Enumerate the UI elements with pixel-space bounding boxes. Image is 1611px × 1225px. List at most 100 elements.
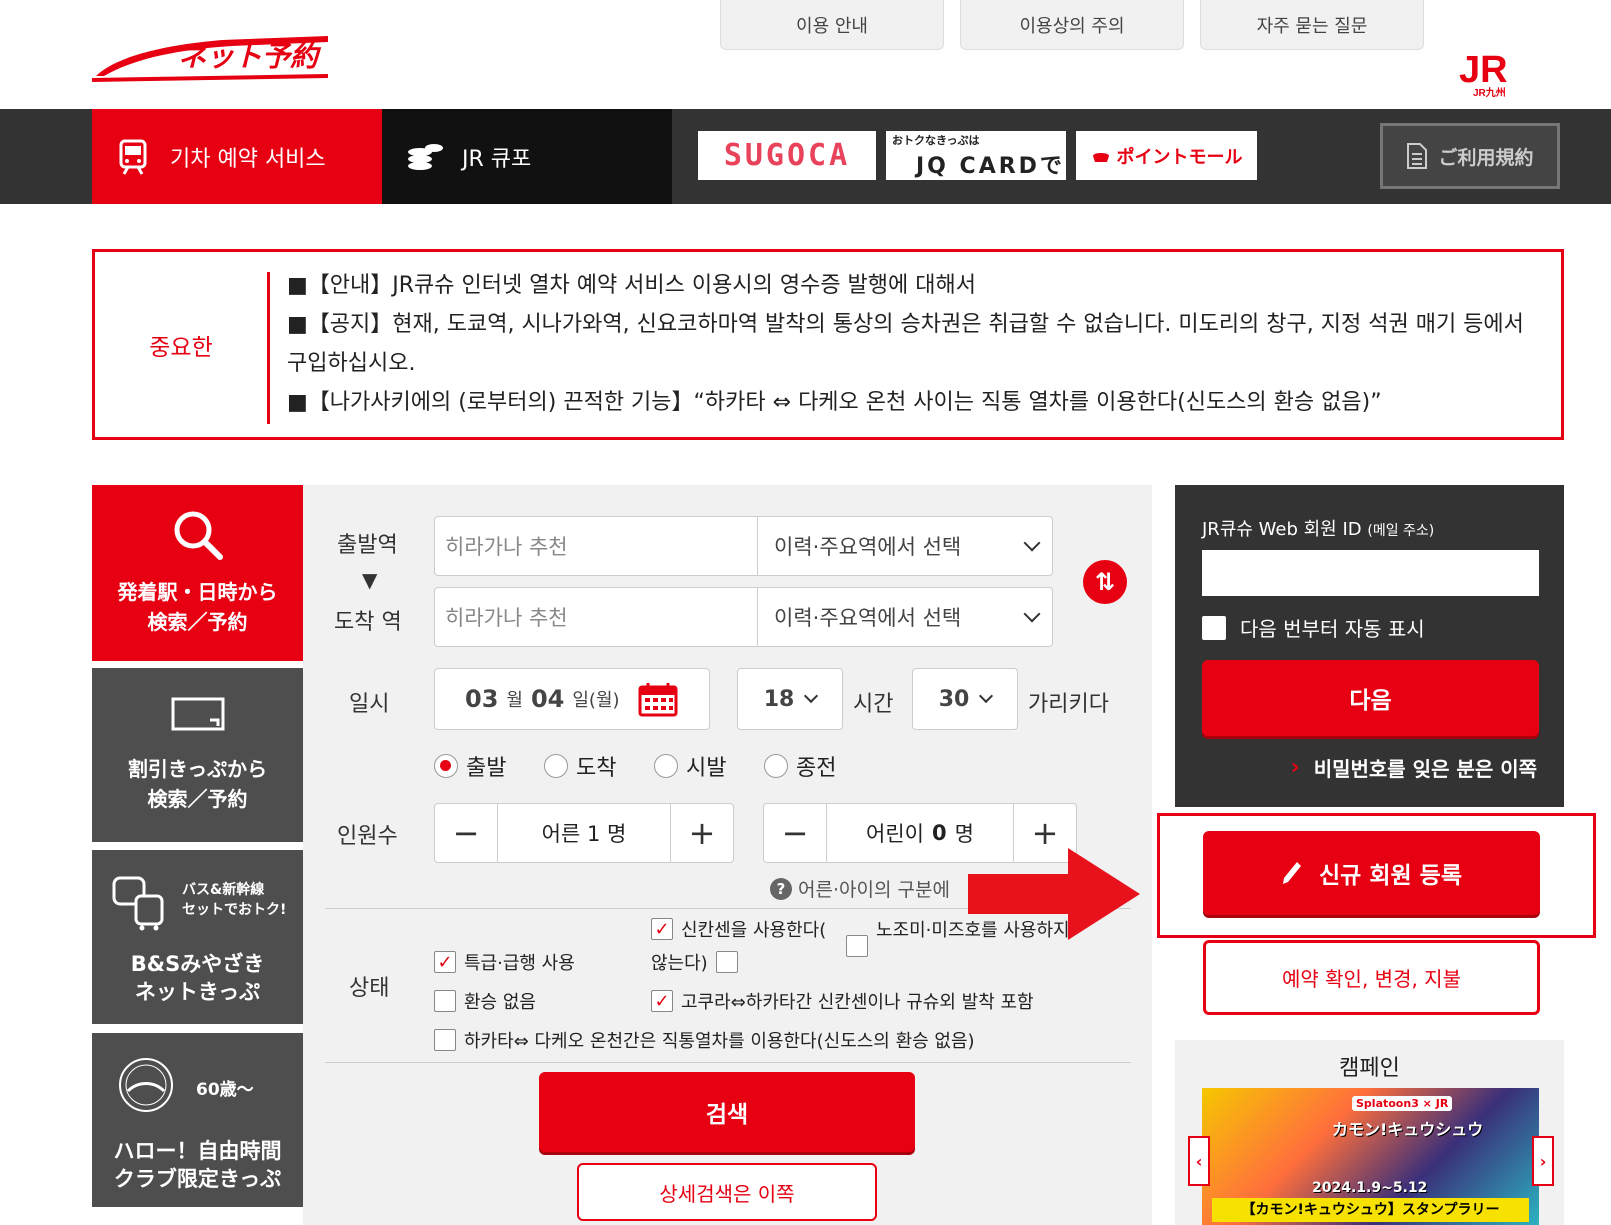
arrival-station-input[interactable]: 히라가나 추천 xyxy=(434,587,758,647)
adult-minus-button[interactable]: − xyxy=(435,804,497,862)
coins-icon xyxy=(408,143,443,170)
side1-line1: 発着駅・日時から xyxy=(117,580,278,604)
calendar-icon[interactable] xyxy=(638,681,678,717)
carousel-prev-button[interactable]: ‹ xyxy=(1188,1136,1210,1186)
chevron-right-icon: › xyxy=(1290,755,1300,780)
departure-station-input[interactable]: 히라가나 추천 xyxy=(434,516,758,576)
hour-unit: 시간 xyxy=(853,692,894,717)
opt-shinkansen[interactable]: ✓ 신칸센을 사용한다( xyxy=(651,916,826,942)
top-links: 이용 안내 이용상의 주의 자주 묻는 질문 xyxy=(720,0,1424,50)
campaign-headline: カモン!キュウシュウ xyxy=(1332,1120,1484,1139)
divider xyxy=(325,1062,1131,1063)
date-picker[interactable]: 03 월 04 일(월) xyxy=(434,668,710,730)
departure-select-value: 이력·주요역에서 선택 xyxy=(774,535,962,559)
radio-first-train[interactable]: 시발 xyxy=(654,750,726,782)
auto-fill-checkbox[interactable]: 다음 번부터 자동 표시 xyxy=(1202,613,1425,642)
chevron-down-icon xyxy=(804,688,819,704)
swap-stations-button[interactable]: ⇅ xyxy=(1083,560,1127,604)
departure-placeholder: 히라가나 추천 xyxy=(445,535,568,559)
hour-select[interactable]: 18 xyxy=(737,668,843,730)
next-button[interactable]: 다음 xyxy=(1202,660,1539,736)
forgot-password-link[interactable]: › 비밀번호를 잊은 분은 이쪽 xyxy=(1291,753,1537,782)
toplink-cautions[interactable]: 이용상의 주의 xyxy=(960,0,1184,50)
important-notice: 중요한 ■【안내】JR큐슈 인터넷 열차 예약 서비스 이용시의 영수증 발행에… xyxy=(92,249,1564,440)
nozomi-end-checkbox[interactable] xyxy=(715,951,738,973)
opt-kokura[interactable]: ✓ 고쿠라⇔하카타간 신칸센이나 규슈외 발착 포함 xyxy=(651,988,1034,1014)
toplink-faq[interactable]: 자주 묻는 질문 xyxy=(1200,0,1424,50)
nav-jr-coupon[interactable]: JR 큐포 xyxy=(382,109,672,204)
side-menu-station-search[interactable]: 発着駅・日時から 検索／予約 xyxy=(92,485,317,661)
point-mall-banner[interactable]: ポイントモール xyxy=(1076,131,1257,180)
jq-card-banner[interactable]: おトクなきっぷは JQ CARDで xyxy=(886,131,1066,180)
net-yoyaku-logo[interactable]: ネット予約 xyxy=(91,30,342,90)
child-minus-button[interactable]: − xyxy=(764,804,826,862)
campaign-banner[interactable]: Splatoon3 × JR カモン!キュウシュウ 2024.1.9~5.12 … xyxy=(1202,1088,1539,1225)
jr-logo-main: JR xyxy=(1459,49,1508,91)
side-menu-hello-free-time[interactable]: 60歳〜 ハロー！自由時間 クラブ限定きっぷ xyxy=(92,1033,303,1207)
radio-arrival[interactable]: 도착 xyxy=(544,750,616,782)
arrival-label: 도착 역 xyxy=(334,610,402,635)
member-id-input[interactable] xyxy=(1202,550,1539,596)
logo-text: ネット予約 xyxy=(178,41,322,72)
notice-line-receipt[interactable]: ■【안내】JR큐슈 인터넷 열차 예약 서비스 이용시의 영수증 발행에 대해서 xyxy=(287,266,1547,305)
notice-body: ■【안내】JR큐슈 인터넷 열차 예약 서비스 이용시의 영수증 발행에 대해서… xyxy=(287,266,1547,422)
toplink-guide[interactable]: 이용 안내 xyxy=(720,0,944,50)
radio-last-train[interactable]: 종전 xyxy=(764,750,836,782)
notice-line-nagasaki[interactable]: ■【나가사키에의 (로부터의) 끈적한 기능】“하카타 ⇔ 다케오 온천 사이는… xyxy=(287,383,1547,422)
radio-departure[interactable]: 출발 xyxy=(434,750,506,782)
passengers-label: 인원수 xyxy=(337,824,398,849)
minute-unit: 가리키다 xyxy=(1028,692,1109,717)
advanced-search-button[interactable]: 상세검색은 이쪽 xyxy=(577,1163,877,1221)
arrival-history-select[interactable]: 이력·주요역에서 선택 xyxy=(757,587,1053,647)
jr-kyushu-logo[interactable]: JR JR九州 xyxy=(1455,48,1533,99)
terms-button[interactable]: ご利用規約 xyxy=(1380,123,1560,189)
ticket-icon xyxy=(171,697,225,731)
departure-history-select[interactable]: 이력·주요역에서 선택 xyxy=(757,516,1053,576)
notice-divider xyxy=(267,272,270,424)
radio-dot xyxy=(654,754,678,778)
arrival-select-value: 이력·주요역에서 선택 xyxy=(774,606,962,630)
side-menu-bs-miyazaki[interactable]: バス&新幹線 セットでおトク! B&Sみやざき ネットきっぷ xyxy=(92,850,303,1024)
reservation-confirm-button[interactable]: 예약 확인, 변경, 지불 xyxy=(1203,940,1540,1015)
minute-value: 30 xyxy=(938,686,970,712)
departure-label: 출발역 xyxy=(337,533,398,558)
opt-direct-train[interactable]: 하카타⇔ 다케오 온천간은 직통열차를 이용한다(신도스의 환승 없음) xyxy=(434,1027,975,1053)
side-menu-discount-ticket[interactable]: 割引きっぷから 検索／予約 xyxy=(92,668,303,842)
member-id-label-sub: (메일 주소) xyxy=(1367,523,1435,539)
nav-train-reservation[interactable]: 기차 예약 서비스 xyxy=(92,109,382,204)
side3-line1: B&Sみやざき xyxy=(130,952,265,976)
opt-no-transfer[interactable]: 환승 없음 xyxy=(434,988,536,1014)
checkbox-checked: ✓ xyxy=(651,918,673,940)
notice-line-tokyo[interactable]: ■【공지】현재, 도쿄역, 시나가와역, 신요코하마역 발착의 통상의 승차권은… xyxy=(287,305,1547,383)
month-value: 03 xyxy=(465,685,499,713)
side3-line2: ネットきっぷ xyxy=(134,980,261,1004)
opt-express[interactable]: ✓ 특급·급행 사용 xyxy=(434,949,575,975)
side3-badge2: セットでおトク! xyxy=(182,902,287,918)
chevron-down-icon xyxy=(1023,605,1041,623)
campaign-section: 캠페인 Splatoon3 × JR カモン!キュウシュウ 2024.1.9~5… xyxy=(1175,1040,1564,1225)
search-icon xyxy=(174,511,223,560)
login-panel: JR큐슈 Web 회원 ID (메일 주소) 다음 번부터 자동 표시 다음 ›… xyxy=(1175,485,1564,807)
opt-shinkansen-label: 신칸센을 사용한다( xyxy=(681,920,827,941)
document-icon xyxy=(1407,143,1428,169)
member-id-label-main: JR큐슈 Web 회원 ID xyxy=(1202,519,1362,540)
sugoca-banner[interactable]: SUGOCA xyxy=(698,131,876,180)
radio-dot xyxy=(764,754,788,778)
age-distinction-help[interactable]: ? 어른·아이의 구분에 xyxy=(770,875,950,902)
adult-plus-button[interactable]: + xyxy=(671,804,733,862)
nozomi-checkbox[interactable] xyxy=(846,935,868,957)
opt-no-transfer-label: 환승 없음 xyxy=(464,992,536,1013)
opt-direct-label: 하카타⇔ 다케오 온천간은 직통열차를 이용한다(신도스의 환승 없음) xyxy=(464,1031,975,1052)
radio-label: 종전 xyxy=(796,756,837,781)
carousel-next-button[interactable]: › xyxy=(1532,1136,1554,1186)
chevron-down-icon xyxy=(979,688,994,704)
radio-label: 시발 xyxy=(686,756,727,781)
pointer-arrow-icon xyxy=(968,848,1140,940)
campaign-subtitle: 【カモン!キュウシュウ】スタンプラリー xyxy=(1212,1198,1529,1222)
side4-line2: クラブ限定きっぷ xyxy=(113,1167,282,1191)
day-unit: 일(월) xyxy=(572,690,620,711)
search-button[interactable]: 검색 xyxy=(539,1072,915,1152)
minute-select[interactable]: 30 xyxy=(912,668,1018,730)
register-button[interactable]: 신규 회원 등록 xyxy=(1203,831,1540,915)
checkbox-checked: ✓ xyxy=(651,990,673,1012)
